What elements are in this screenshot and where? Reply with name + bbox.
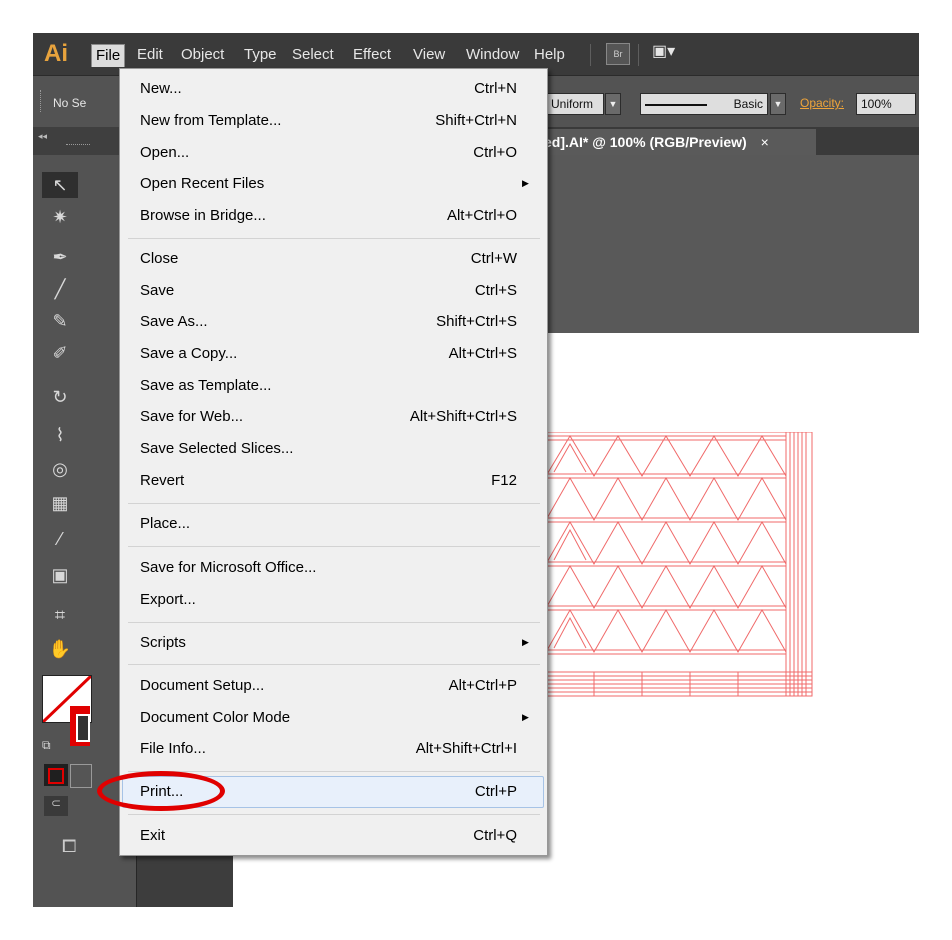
stroke-profile-field[interactable]: Uniform <box>546 93 604 115</box>
shortcut-new: Ctrl+N <box>474 80 517 97</box>
menu-separator <box>128 546 540 547</box>
symbol-sprayer-tool-icon[interactable]: ▣ <box>42 562 78 588</box>
menu-item-file-info[interactable]: File Info... <box>140 733 206 764</box>
eyedropper-tool-icon[interactable]: ⁄ <box>42 526 78 552</box>
menu-item-browse-in-bridge[interactable]: Browse in Bridge... <box>140 200 266 231</box>
shortcut-new-from-template: Shift+Ctrl+N <box>435 112 517 129</box>
submenu-arrow-icon: ▶ <box>522 712 529 722</box>
triangle-pattern-artwork <box>546 432 813 697</box>
submenu-arrow-icon: ▶ <box>522 637 529 647</box>
shortcut-browse-in-bridge: Alt+Ctrl+O <box>446 207 517 224</box>
brush-definition-field[interactable]: Basic <box>640 93 768 115</box>
hand-tool-icon[interactable]: ✋ <box>42 636 78 662</box>
menu-item-exit[interactable]: Exit <box>140 820 165 851</box>
pen-tool-icon[interactable]: ✒ <box>42 244 78 270</box>
selection-status-label: No Se <box>53 96 87 110</box>
menu-item-new-from-template[interactable]: New from Template... <box>140 105 281 136</box>
opacity-field[interactable]: 100% <box>856 93 916 115</box>
shortcut-exit: Ctrl+Q <box>473 827 517 844</box>
stroke-swatch-inner <box>76 714 90 742</box>
menu-item-document-setup[interactable]: Document Setup... <box>140 670 264 701</box>
menu-item-open[interactable]: Open... <box>140 137 189 168</box>
tools-panel-grip <box>66 144 90 148</box>
stroke-swatch[interactable] <box>70 706 90 746</box>
workspace-switcher-icon[interactable]: ▣▾ <box>652 40 680 64</box>
gradient-mode-icon[interactable] <box>70 764 92 788</box>
close-tab-icon[interactable]: × <box>761 134 769 150</box>
menu-item-export[interactable]: Export... <box>140 584 196 615</box>
menu-item-save-as-template[interactable]: Save as Template... <box>140 370 271 401</box>
shortcut-close: Ctrl+W <box>470 250 517 267</box>
menu-help[interactable]: Help <box>530 44 569 66</box>
menu-separator <box>128 622 540 623</box>
menu-separator <box>128 664 540 665</box>
document-tab-title: ed].AI* @ 100% (RGB/Preview) <box>544 134 747 150</box>
menu-item-document-color-mode[interactable]: Document Color Mode <box>140 702 290 733</box>
control-bar-grip <box>40 90 47 112</box>
rotate-tool-icon[interactable]: ↻ <box>42 384 78 410</box>
width-tool-icon[interactable]: ⌇ <box>42 422 78 448</box>
stroke-profile-dropdown-icon[interactable]: ▼ <box>605 93 621 115</box>
menu-effect[interactable]: Effect <box>349 44 395 66</box>
menu-item-open-recent-files[interactable]: Open Recent Files <box>140 168 264 199</box>
selection-tool-icon[interactable]: ↖ <box>42 172 78 198</box>
shortcut-open: Ctrl+O <box>473 144 517 161</box>
blob-brush-tool-icon[interactable]: ✐ <box>42 340 78 366</box>
menu-item-save[interactable]: Save <box>140 275 174 306</box>
shortcut-print: Ctrl+P <box>474 783 517 800</box>
line-tool-icon[interactable]: ╱ <box>42 276 78 302</box>
menu-item-save-a-copy[interactable]: Save a Copy... <box>140 338 237 369</box>
menu-view[interactable]: View <box>409 44 449 66</box>
illustrator-logo: Ai <box>44 40 68 67</box>
menu-item-revert[interactable]: Revert <box>140 465 184 496</box>
artwork-strokes <box>546 432 813 697</box>
menu-item-scripts[interactable]: Scripts <box>140 627 186 658</box>
shortcut-save-as: Shift+Ctrl+S <box>436 313 517 330</box>
document-tab[interactable]: ed].AI* @ 100% (RGB/Preview) × <box>540 129 816 155</box>
print-annotation-circle <box>97 771 225 811</box>
submenu-arrow-icon: ▶ <box>522 178 529 188</box>
color-mode-icon[interactable] <box>44 764 68 786</box>
brush-name: Basic <box>733 97 763 111</box>
menu-file[interactable]: File <box>91 44 126 67</box>
collapse-panel-icon[interactable]: ◂◂ <box>38 131 47 142</box>
menu-item-save-for-microsoft-office[interactable]: Save for Microsoft Office... <box>140 552 316 583</box>
shortcut-save-for-web: Alt+Shift+Ctrl+S <box>409 408 517 425</box>
color-mode-square <box>48 768 64 784</box>
opacity-label[interactable]: Opacity: <box>800 96 844 110</box>
menu-item-save-as[interactable]: Save As... <box>140 306 208 337</box>
menu-item-save-selected-slices[interactable]: Save Selected Slices... <box>140 433 293 464</box>
screen-mode-icon[interactable]: ⧠ <box>62 836 76 857</box>
bridge-icon[interactable]: Br <box>606 43 630 65</box>
shortcut-file-info: Alt+Shift+Ctrl+I <box>415 740 517 757</box>
menu-item-save-for-web[interactable]: Save for Web... <box>140 401 243 432</box>
brush-stroke-preview <box>645 103 707 106</box>
menu-type[interactable]: Type <box>240 44 281 66</box>
brush-dropdown-icon[interactable]: ▼ <box>770 93 786 115</box>
menubar-divider <box>638 44 639 66</box>
shortcut-save-a-copy: Alt+Ctrl+S <box>448 345 517 362</box>
menu-separator <box>128 503 540 504</box>
menu-item-place[interactable]: Place... <box>140 508 190 539</box>
menu-item-new[interactable]: New... <box>140 73 182 104</box>
magic-wand-icon[interactable]: ✷ <box>42 204 78 230</box>
menu-select[interactable]: Select <box>288 44 338 66</box>
shortcut-revert: F12 <box>491 472 517 489</box>
shortcut-document-setup: Alt+Ctrl+P <box>448 677 517 694</box>
menubar-divider <box>590 44 591 66</box>
menu-edit[interactable]: Edit <box>133 44 167 66</box>
menu-separator <box>128 814 540 815</box>
shortcut-save: Ctrl+S <box>474 282 517 299</box>
graph-tool-icon[interactable]: ▦ <box>42 490 78 516</box>
draw-normal-icon[interactable]: ⊂ <box>44 796 68 816</box>
default-colors-icon[interactable]: ⧉ <box>42 738 51 753</box>
menu-separator <box>128 771 540 772</box>
paintbrush-tool-icon[interactable]: ✎ <box>42 308 78 334</box>
menu-item-close[interactable]: Close <box>140 243 178 274</box>
artboard-tool-icon[interactable]: ⌗ <box>42 602 78 628</box>
menu-window[interactable]: Window <box>462 44 523 66</box>
menu-separator <box>128 238 540 239</box>
shape-builder-tool-icon[interactable]: ◎ <box>42 456 78 482</box>
menu-object[interactable]: Object <box>177 44 228 66</box>
